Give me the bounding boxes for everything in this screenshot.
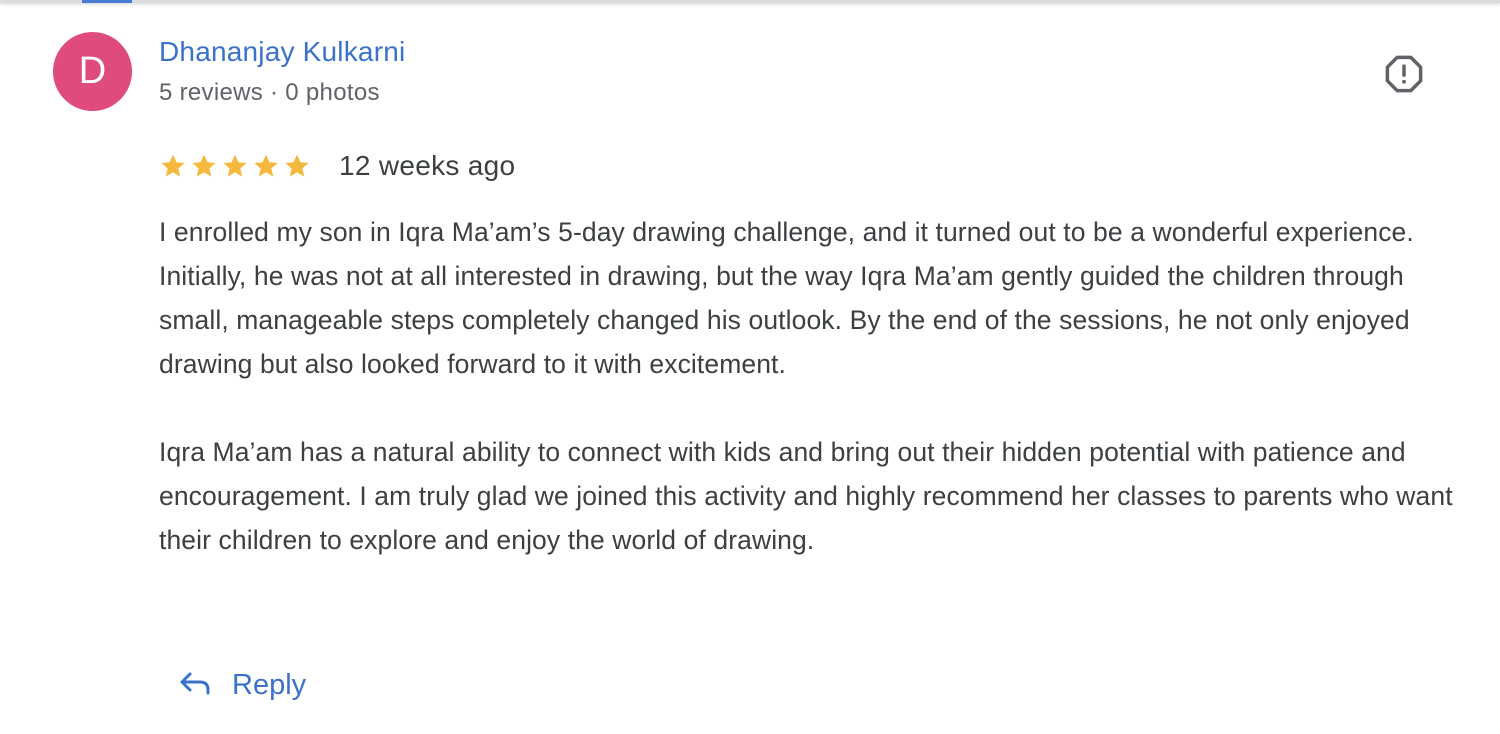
avatar[interactable]: D [53, 32, 132, 111]
review-paragraph: I enrolled my son in Iqra Ma’am’s 5-day … [159, 217, 1414, 379]
star-rating [159, 152, 311, 180]
star-icon [190, 152, 218, 180]
review-text: I enrolled my son in Iqra Ma’am’s 5-day … [159, 210, 1474, 562]
review-paragraph: Iqra Ma’am has a natural ability to conn… [159, 437, 1453, 555]
reply-label: Reply [232, 668, 307, 701]
star-icon [283, 152, 311, 180]
top-tab-indicator [82, 0, 132, 3]
rating-row: 12 weeks ago [159, 146, 515, 186]
review-date: 12 weeks ago [339, 150, 516, 181]
report-review-button[interactable] [1378, 52, 1430, 100]
star-icon [252, 152, 280, 180]
star-icon [221, 152, 249, 180]
reviewer-meta: 5 reviews · 0 photos [159, 79, 380, 106]
star-icon [159, 152, 187, 180]
report-octagon-icon [1383, 53, 1425, 100]
top-divider [0, 0, 1500, 3]
reply-arrow-icon [178, 668, 212, 703]
reply-button[interactable]: Reply [178, 660, 306, 710]
reviewer-name-link[interactable]: Dhananjay Kulkarni [159, 36, 405, 68]
